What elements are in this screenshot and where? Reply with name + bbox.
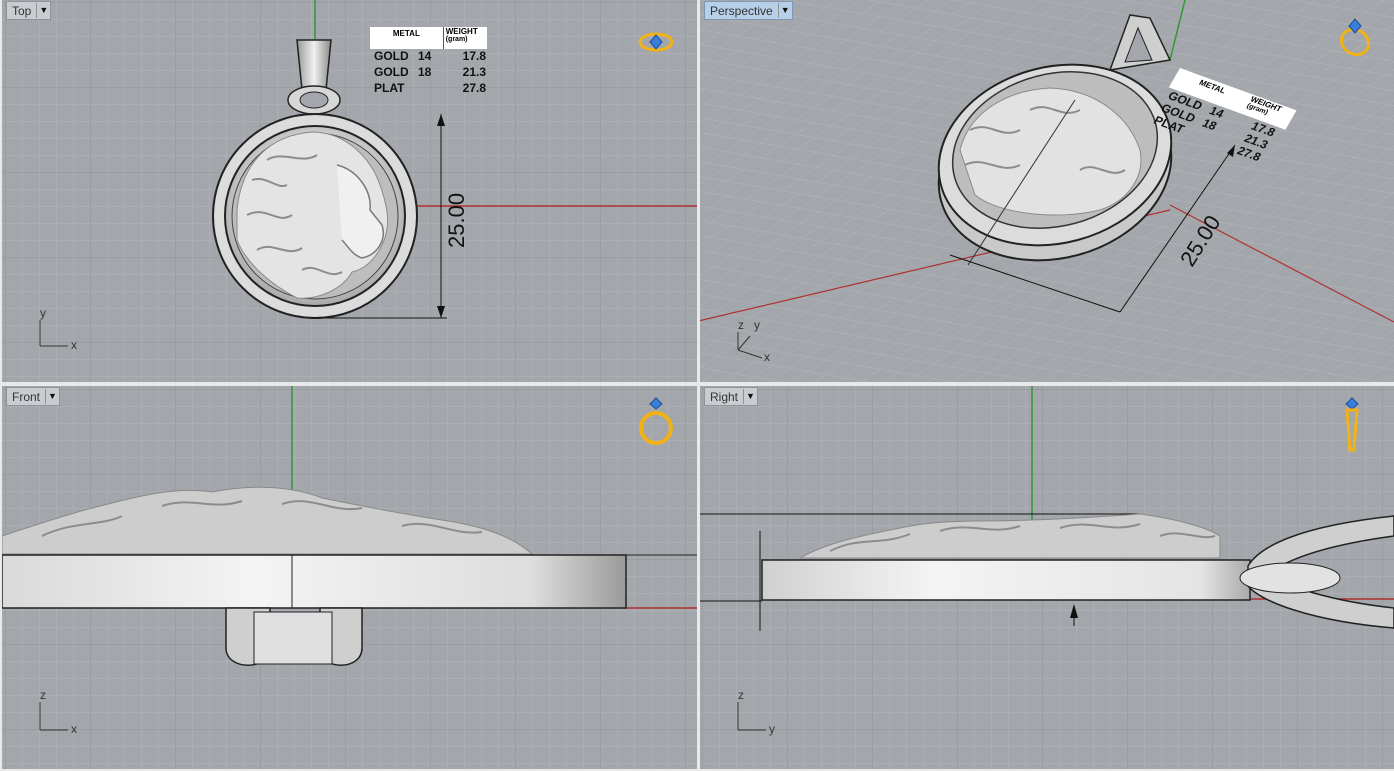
viewport-top[interactable]: 25.00 Top ▼ y x METAL WEIGHT (gram) GOLD… xyxy=(2,0,697,382)
metal-weight: 27.8 xyxy=(462,81,486,95)
viewport-title-label: Top xyxy=(12,3,32,18)
viewport-front[interactable]: Front ▼ z x xyxy=(2,386,697,769)
viewport-title-label: Right xyxy=(710,389,739,404)
ring-perspective-icon xyxy=(1339,18,1371,57)
dropdown-arrow-icon[interactable]: ▼ xyxy=(45,389,59,404)
viewport-title-front[interactable]: Front ▼ xyxy=(6,387,61,406)
axis-label-x: x xyxy=(764,350,770,364)
top-dimension-label: 25.00 xyxy=(444,193,469,248)
metal-karat: 14 xyxy=(418,49,432,63)
dropdown-arrow-icon[interactable]: ▼ xyxy=(743,389,757,404)
axis-label-y: y xyxy=(40,306,46,320)
viewport-perspective[interactable]: 25.00 Perspective ▼ z y x METAL WEIGHT (… xyxy=(700,0,1394,382)
viewport-title-label: Front xyxy=(12,389,41,404)
axis-label-y: y xyxy=(754,318,760,332)
metal-name: PLAT xyxy=(374,81,405,95)
metal-weight-table: METAL WEIGHT (gram) GOLD 14 17.8 GOLD 18 21.3… xyxy=(370,27,487,97)
axis-label-x: x xyxy=(71,338,77,352)
viewport-title-label: Perspective xyxy=(710,3,773,18)
viewport-title-perspective[interactable]: Perspective ▼ xyxy=(704,1,793,20)
table-row: PLAT 27.8 xyxy=(370,81,487,97)
axis-label-y: y xyxy=(769,722,775,736)
axis-label-z: z xyxy=(738,318,744,332)
table-header-weight: WEIGHT xyxy=(445,27,478,36)
table-row: GOLD 14 17.8 xyxy=(370,49,487,65)
viewport-right[interactable]: Right ▼ z y xyxy=(700,386,1394,769)
metal-name: GOLD xyxy=(374,49,409,63)
metal-karat xyxy=(418,81,450,97)
metal-weight: 17.8 xyxy=(462,49,486,63)
metal-weight: 21.3 xyxy=(462,65,486,79)
axis-label-x: x xyxy=(71,722,77,736)
metal-name: GOLD xyxy=(374,65,409,79)
dropdown-arrow-icon[interactable]: ▼ xyxy=(36,3,50,18)
ring-side-icon xyxy=(1345,397,1359,452)
viewport-title-right[interactable]: Right ▼ xyxy=(704,387,759,406)
axis-label-z: z xyxy=(40,688,46,702)
metal-karat: 18 xyxy=(418,65,432,79)
dropdown-arrow-icon[interactable]: ▼ xyxy=(777,3,792,18)
viewport-title-top[interactable]: Top ▼ xyxy=(6,1,52,20)
table-row: GOLD 18 21.3 xyxy=(370,65,487,81)
axis-label-z: z xyxy=(738,688,744,702)
table-header-metal: METAL xyxy=(370,27,444,49)
ring-front-icon xyxy=(639,397,673,445)
table-header-unit: (gram) xyxy=(445,36,468,43)
ring-top-view-icon xyxy=(638,32,674,52)
